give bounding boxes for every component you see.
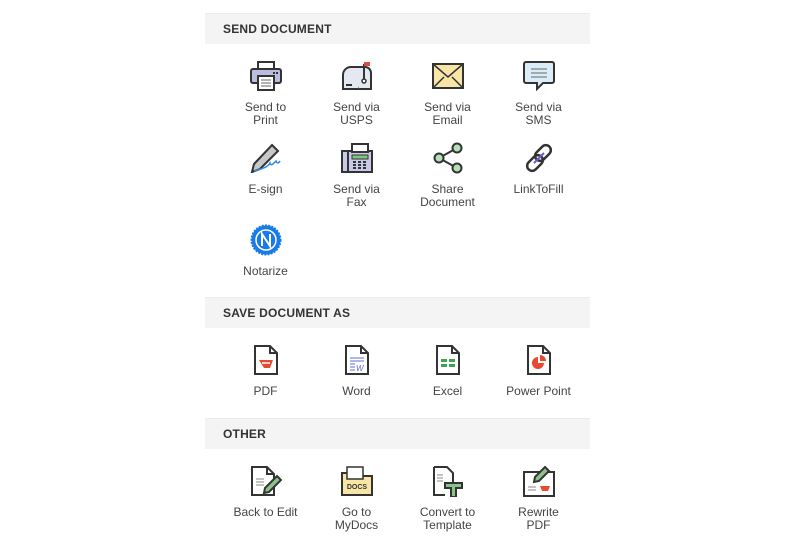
action-share-document[interactable]: Share Document [402,141,493,223]
share-icon [431,141,465,175]
action-label: Share Document [420,182,475,209]
action-send-via-email[interactable]: Send via Email [402,59,493,141]
section-header-save: SAVE DOCUMENT AS [205,297,590,328]
section-header-send: SEND DOCUMENT [205,13,590,44]
mailbox-icon [340,59,374,93]
word-file-icon: W [340,343,374,377]
pen-signature-icon [249,141,283,175]
action-label: Send to Print [244,100,287,127]
action-go-to-mydocs[interactable]: DOCS Go to MyDocs [311,464,402,546]
action-label: E-sign [248,182,283,196]
action-back-to-edit[interactable]: Back to Edit [220,464,311,546]
document-actions-panel: SEND DOCUMENT Send to Print Send via USPS… [205,13,590,549]
action-label: Send via Fax [333,182,380,209]
docs-folder-icon: DOCS [340,464,374,498]
action-label: Excel [432,384,463,398]
action-rewrite-pdf[interactable]: Rewrite PDF [493,464,584,546]
action-label: Notarize [243,264,288,278]
action-e-sign[interactable]: E-sign [220,141,311,223]
action-linktofill[interactable]: LinkToFill [493,141,584,223]
svg-text:DOCS: DOCS [346,484,367,491]
action-send-via-fax[interactable]: Send via Fax [311,141,402,223]
envelope-icon [431,59,465,93]
fax-icon [340,141,374,175]
action-label: Power Point [506,384,571,398]
action-label: Go to MyDocs [334,505,379,532]
template-icon [431,464,465,498]
action-word[interactable]: W Word [311,343,402,425]
action-label: PDF [253,384,278,398]
action-convert-to-template[interactable]: Convert to Template [402,464,493,546]
action-label: Word [342,384,371,398]
printer-icon [249,59,283,93]
action-pdf[interactable]: PDF [220,343,311,425]
action-send-via-usps[interactable]: Send via USPS [311,59,402,141]
rewrite-pdf-icon [522,464,556,498]
action-excel[interactable]: Excel [402,343,493,425]
edit-document-icon [249,464,283,498]
chat-bubble-icon [522,59,556,93]
action-label: Convert to Template [419,505,476,532]
action-send-via-sms[interactable]: Send via SMS [493,59,584,141]
action-label: Back to Edit [233,505,298,519]
action-label: Send via Email [424,100,471,127]
pdf-file-icon [249,343,283,377]
action-notarize[interactable]: Notarize [220,223,311,305]
other-grid: Back to Edit DOCS Go to MyDocs Convert to T… [205,449,590,549]
action-label: LinkToFill [513,182,564,196]
action-label: Send via SMS [515,100,562,127]
powerpoint-file-icon [522,343,556,377]
action-label: Rewrite PDF [518,505,559,532]
link-icon [522,141,556,175]
send-document-grid: Send to Print Send via USPS Send via Email… [205,44,590,297]
excel-file-icon [431,343,465,377]
save-document-grid: PDF W Word Excel Power Point [205,328,590,418]
action-label: Send via USPS [333,100,380,127]
action-send-to-print[interactable]: Send to Print [220,59,311,141]
notary-badge-icon [249,223,283,257]
action-power-point[interactable]: Power Point [493,343,584,425]
